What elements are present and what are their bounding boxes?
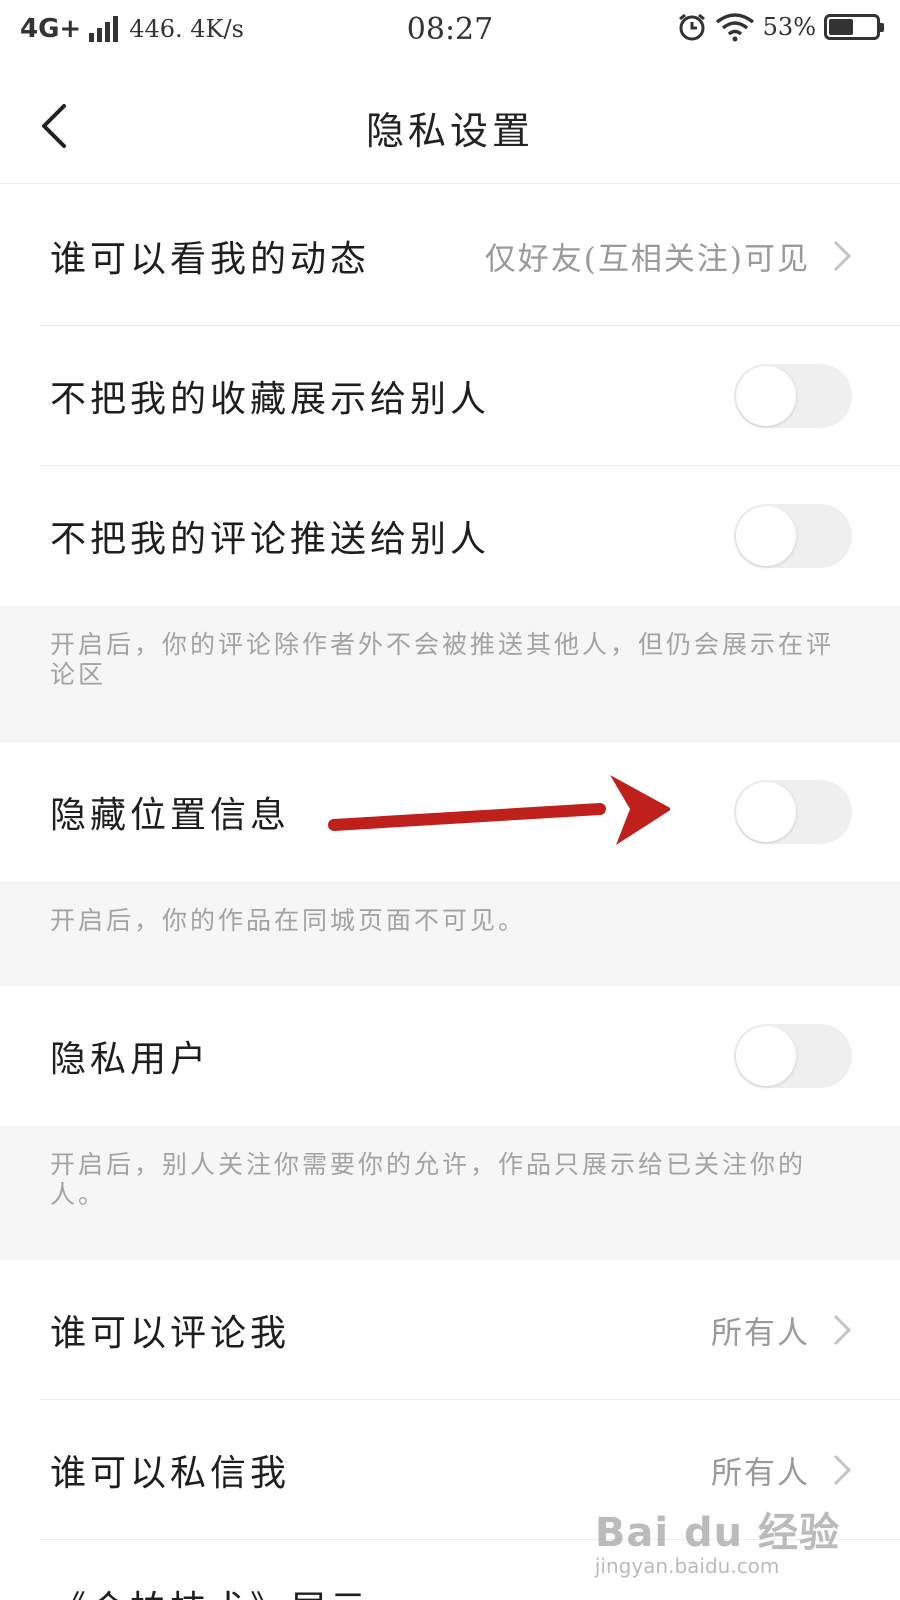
nav-bar: 隐私设置 bbox=[0, 64, 900, 184]
hide-comments-toggle[interactable] bbox=[734, 504, 852, 568]
note-comments: 开启后，你的评论除作者外不会被推送其他人，但仍会展示在评论区 bbox=[0, 606, 900, 742]
note-text: 开启后，你的评论除作者外不会被推送其他人，但仍会展示在评论区 bbox=[50, 630, 835, 689]
battery-icon bbox=[824, 14, 884, 40]
toggle-knob bbox=[736, 782, 796, 842]
setting-value: 所有人 bbox=[711, 1455, 810, 1492]
chevron-right-icon bbox=[833, 240, 852, 272]
setting-label: 隐私用户 bbox=[50, 1039, 211, 1080]
note-text: 开启后，别人关注你需要你的允许，作品只展示给已关注你的人。 bbox=[50, 1150, 807, 1209]
setting-row-activity-visibility[interactable]: 谁可以看我的动态 仅好友(互相关注)可见 bbox=[0, 186, 900, 326]
watermark-logo: Bai du 经验 bbox=[594, 1510, 840, 1556]
private-user-toggle[interactable] bbox=[734, 1024, 852, 1088]
hide-location-toggle[interactable] bbox=[734, 780, 852, 844]
status-right: 53% bbox=[677, 12, 884, 42]
note-location: 开启后，你的作品在同城页面不可见。 bbox=[0, 882, 900, 986]
note-private-user: 开启后，别人关注你需要你的允许，作品只展示给已关注你的人。 bbox=[0, 1126, 900, 1260]
battery-percent: 53% bbox=[762, 13, 816, 41]
setting-label: 谁可以看我的动态 bbox=[50, 239, 371, 280]
toggle-knob bbox=[736, 366, 796, 426]
wifi-icon bbox=[715, 13, 754, 42]
note-text: 开启后，你的作品在同城页面不可见。 bbox=[50, 906, 527, 935]
setting-row-hide-comments: 不把我的评论推送给别人 bbox=[0, 466, 900, 606]
chevron-right-icon bbox=[833, 1314, 852, 1346]
setting-label: 不把我的收藏展示给别人 bbox=[50, 379, 491, 420]
alarm-icon bbox=[678, 13, 705, 41]
setting-label: 不把我的评论推送给别人 bbox=[50, 519, 491, 560]
annotation-arrow-icon bbox=[328, 775, 670, 845]
setting-label: 谁可以私信我 bbox=[50, 1453, 291, 1494]
hide-favorites-toggle[interactable] bbox=[734, 364, 852, 428]
battery-fill bbox=[829, 19, 853, 35]
setting-row-private-user: 隐私用户 bbox=[0, 986, 900, 1126]
setting-label: 谁可以评论我 bbox=[50, 1313, 291, 1354]
chevron-right-icon bbox=[833, 1454, 852, 1486]
setting-value: 仅好友(互相关注)可见 bbox=[484, 241, 810, 278]
setting-label: 隐藏位置信息 bbox=[50, 795, 291, 836]
baidu-watermark: Bai du 经验 jingyan.baidu.com bbox=[595, 1500, 840, 1578]
setting-value: 所有人 bbox=[711, 1315, 810, 1352]
setting-label-partial[interactable]: 《合拍技术》展示 bbox=[50, 1580, 370, 1600]
toggle-knob bbox=[736, 1026, 796, 1086]
toggle-knob bbox=[736, 506, 796, 566]
status-bar: 4G+ 446. 4K/s 08:27 53% bbox=[0, 0, 900, 64]
setting-row-who-can-comment[interactable]: 谁可以评论我 所有人 bbox=[0, 1260, 900, 1400]
setting-row-hide-favorites: 不把我的收藏展示给别人 bbox=[0, 326, 900, 466]
page-title: 隐私设置 bbox=[365, 109, 534, 153]
